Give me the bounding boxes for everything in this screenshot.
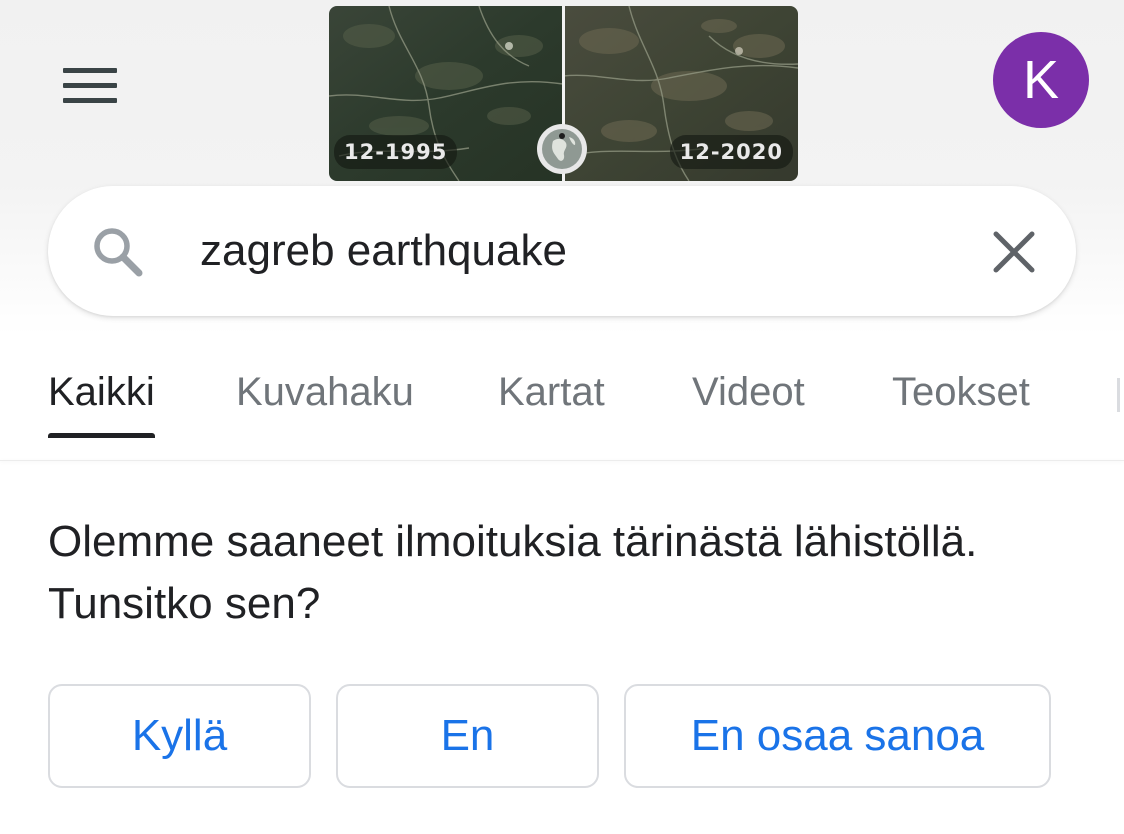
- yes-button[interactable]: Kyllä: [48, 684, 311, 788]
- menu-bar: [63, 83, 117, 88]
- search-bar[interactable]: [48, 186, 1076, 316]
- tab-kartat[interactable]: Kartat: [498, 360, 605, 438]
- date-label-end: 12-2020: [669, 135, 793, 169]
- search-tabs: Kaikki Kuvahaku Kartat Videot Teokset: [0, 360, 1124, 438]
- divider: [0, 460, 1124, 461]
- timelapse-doodle[interactable]: 12-1995 12-2020: [329, 6, 798, 181]
- menu-bar: [63, 98, 117, 103]
- tab-videot[interactable]: Videot: [692, 360, 805, 438]
- tab-kuvahaku[interactable]: Kuvahaku: [236, 360, 414, 438]
- date-label-start: 12-1995: [334, 135, 458, 169]
- tabs-overflow-indicator: [1117, 378, 1120, 412]
- search-input[interactable]: [200, 222, 900, 280]
- account-avatar[interactable]: K: [993, 32, 1089, 128]
- menu-bar: [63, 68, 117, 73]
- tab-teokset[interactable]: Teokset: [892, 360, 1030, 438]
- close-icon[interactable]: [990, 228, 1038, 276]
- tab-kaikki[interactable]: Kaikki: [48, 360, 155, 438]
- earthquake-question: Olemme saaneet ilmoituksia tärinästä läh…: [48, 517, 978, 628]
- no-button[interactable]: En: [336, 684, 599, 788]
- hamburger-menu-icon[interactable]: [56, 62, 124, 112]
- search-icon[interactable]: [90, 224, 146, 280]
- globe-icon[interactable]: [536, 123, 588, 175]
- not-sure-button[interactable]: En osaa sanoa: [624, 684, 1051, 788]
